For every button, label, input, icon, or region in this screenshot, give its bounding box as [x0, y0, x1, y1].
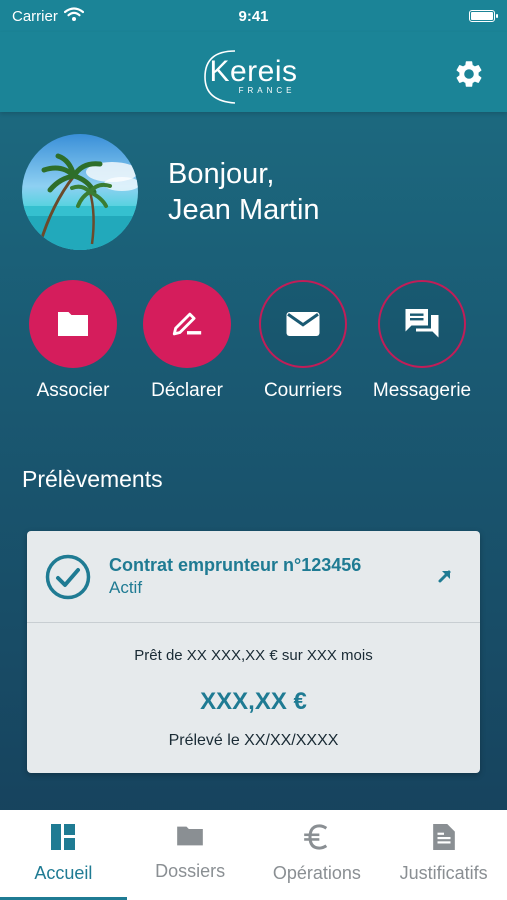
- tab-justificatifs[interactable]: Justificatifs: [380, 810, 507, 900]
- logo-subtitle: FRANCE: [238, 86, 296, 95]
- wifi-icon: [63, 7, 84, 25]
- document-icon: [432, 824, 455, 850]
- tab-label: Dossiers: [155, 861, 226, 881]
- action-messagerie[interactable]: Messagerie: [357, 280, 487, 402]
- tab-operations[interactable]: Opérations: [254, 810, 381, 900]
- chat-icon: [405, 309, 439, 338]
- action-label: Associer: [36, 380, 110, 401]
- check-circle-icon: [45, 554, 91, 599]
- beach-palm-image: [22, 153, 138, 250]
- card-header: Contrat emprunteur n°123456 Actif: [27, 531, 480, 623]
- open-contract-button[interactable]: [436, 567, 454, 590]
- payment-amount: XXX,XX €: [200, 688, 307, 715]
- associer-button[interactable]: [29, 280, 117, 368]
- kereis-logo: Kereis FRANCE: [204, 50, 297, 104]
- greeting-hello: Bonjour,: [168, 158, 275, 190]
- contract-card[interactable]: Contrat emprunteur n°123456 Actif Prêt d…: [27, 531, 480, 773]
- action-label: Courriers: [263, 380, 343, 401]
- contract-status: Actif: [109, 578, 143, 597]
- arrow-up-right-icon: [438, 570, 451, 583]
- mail-icon: [286, 312, 320, 336]
- status-left: Carrier: [12, 7, 84, 25]
- action-courriers[interactable]: Courriers: [238, 280, 368, 402]
- status-bar: Carrier 9:41: [0, 0, 507, 32]
- action-label: Messagerie: [372, 380, 472, 401]
- tab-bar: Accueil Dossiers Opérations Justificatif…: [0, 810, 507, 900]
- section-title-prelevements: Prélèvements: [22, 466, 163, 492]
- contract-title: Contrat emprunteur n°123456: [109, 555, 362, 575]
- messagerie-button[interactable]: [378, 280, 466, 368]
- quick-actions: Associer Déclarer Courriers Messagerie: [0, 280, 507, 410]
- action-declarer[interactable]: Déclarer: [122, 280, 252, 402]
- card-body: Prêt de XX XXX,XX € sur XXX mois XXX,XX …: [27, 623, 480, 750]
- nav-bar: Kereis FRANCE: [0, 32, 507, 112]
- tab-label: Accueil: [34, 863, 93, 883]
- dashboard-icon: [51, 824, 76, 850]
- courriers-button[interactable]: [259, 280, 347, 368]
- card-info: Contrat emprunteur n°123456 Actif: [109, 555, 361, 598]
- logo-arc-icon: [204, 50, 236, 104]
- greeting-username: Jean Martin: [168, 194, 320, 226]
- pen-icon: [172, 312, 202, 336]
- tab-accueil[interactable]: Accueil: [0, 810, 127, 900]
- tab-label: Opérations: [272, 863, 361, 883]
- loan-description: Prêt de XX XXX,XX € sur XXX mois: [134, 647, 373, 664]
- action-associer[interactable]: Associer: [8, 280, 138, 402]
- battery-icon: [469, 10, 498, 22]
- euro-icon: [304, 824, 328, 850]
- settings-button[interactable]: [453, 58, 485, 90]
- profile-section: Bonjour, Jean Martin: [22, 134, 320, 250]
- folder-icon: [58, 312, 88, 336]
- avatar[interactable]: [22, 134, 138, 250]
- declarer-button[interactable]: [143, 280, 231, 368]
- carrier-label: Carrier: [12, 7, 58, 25]
- greeting: Bonjour, Jean Martin: [168, 156, 320, 228]
- tab-dossiers[interactable]: Dossiers: [127, 810, 254, 900]
- folder-icon: [177, 826, 203, 846]
- action-label: Déclarer: [151, 380, 223, 401]
- tab-label: Justificatifs: [399, 863, 488, 883]
- gear-icon: [456, 61, 482, 87]
- payment-date: Prélevé le XX/XX/XXXX: [168, 732, 339, 749]
